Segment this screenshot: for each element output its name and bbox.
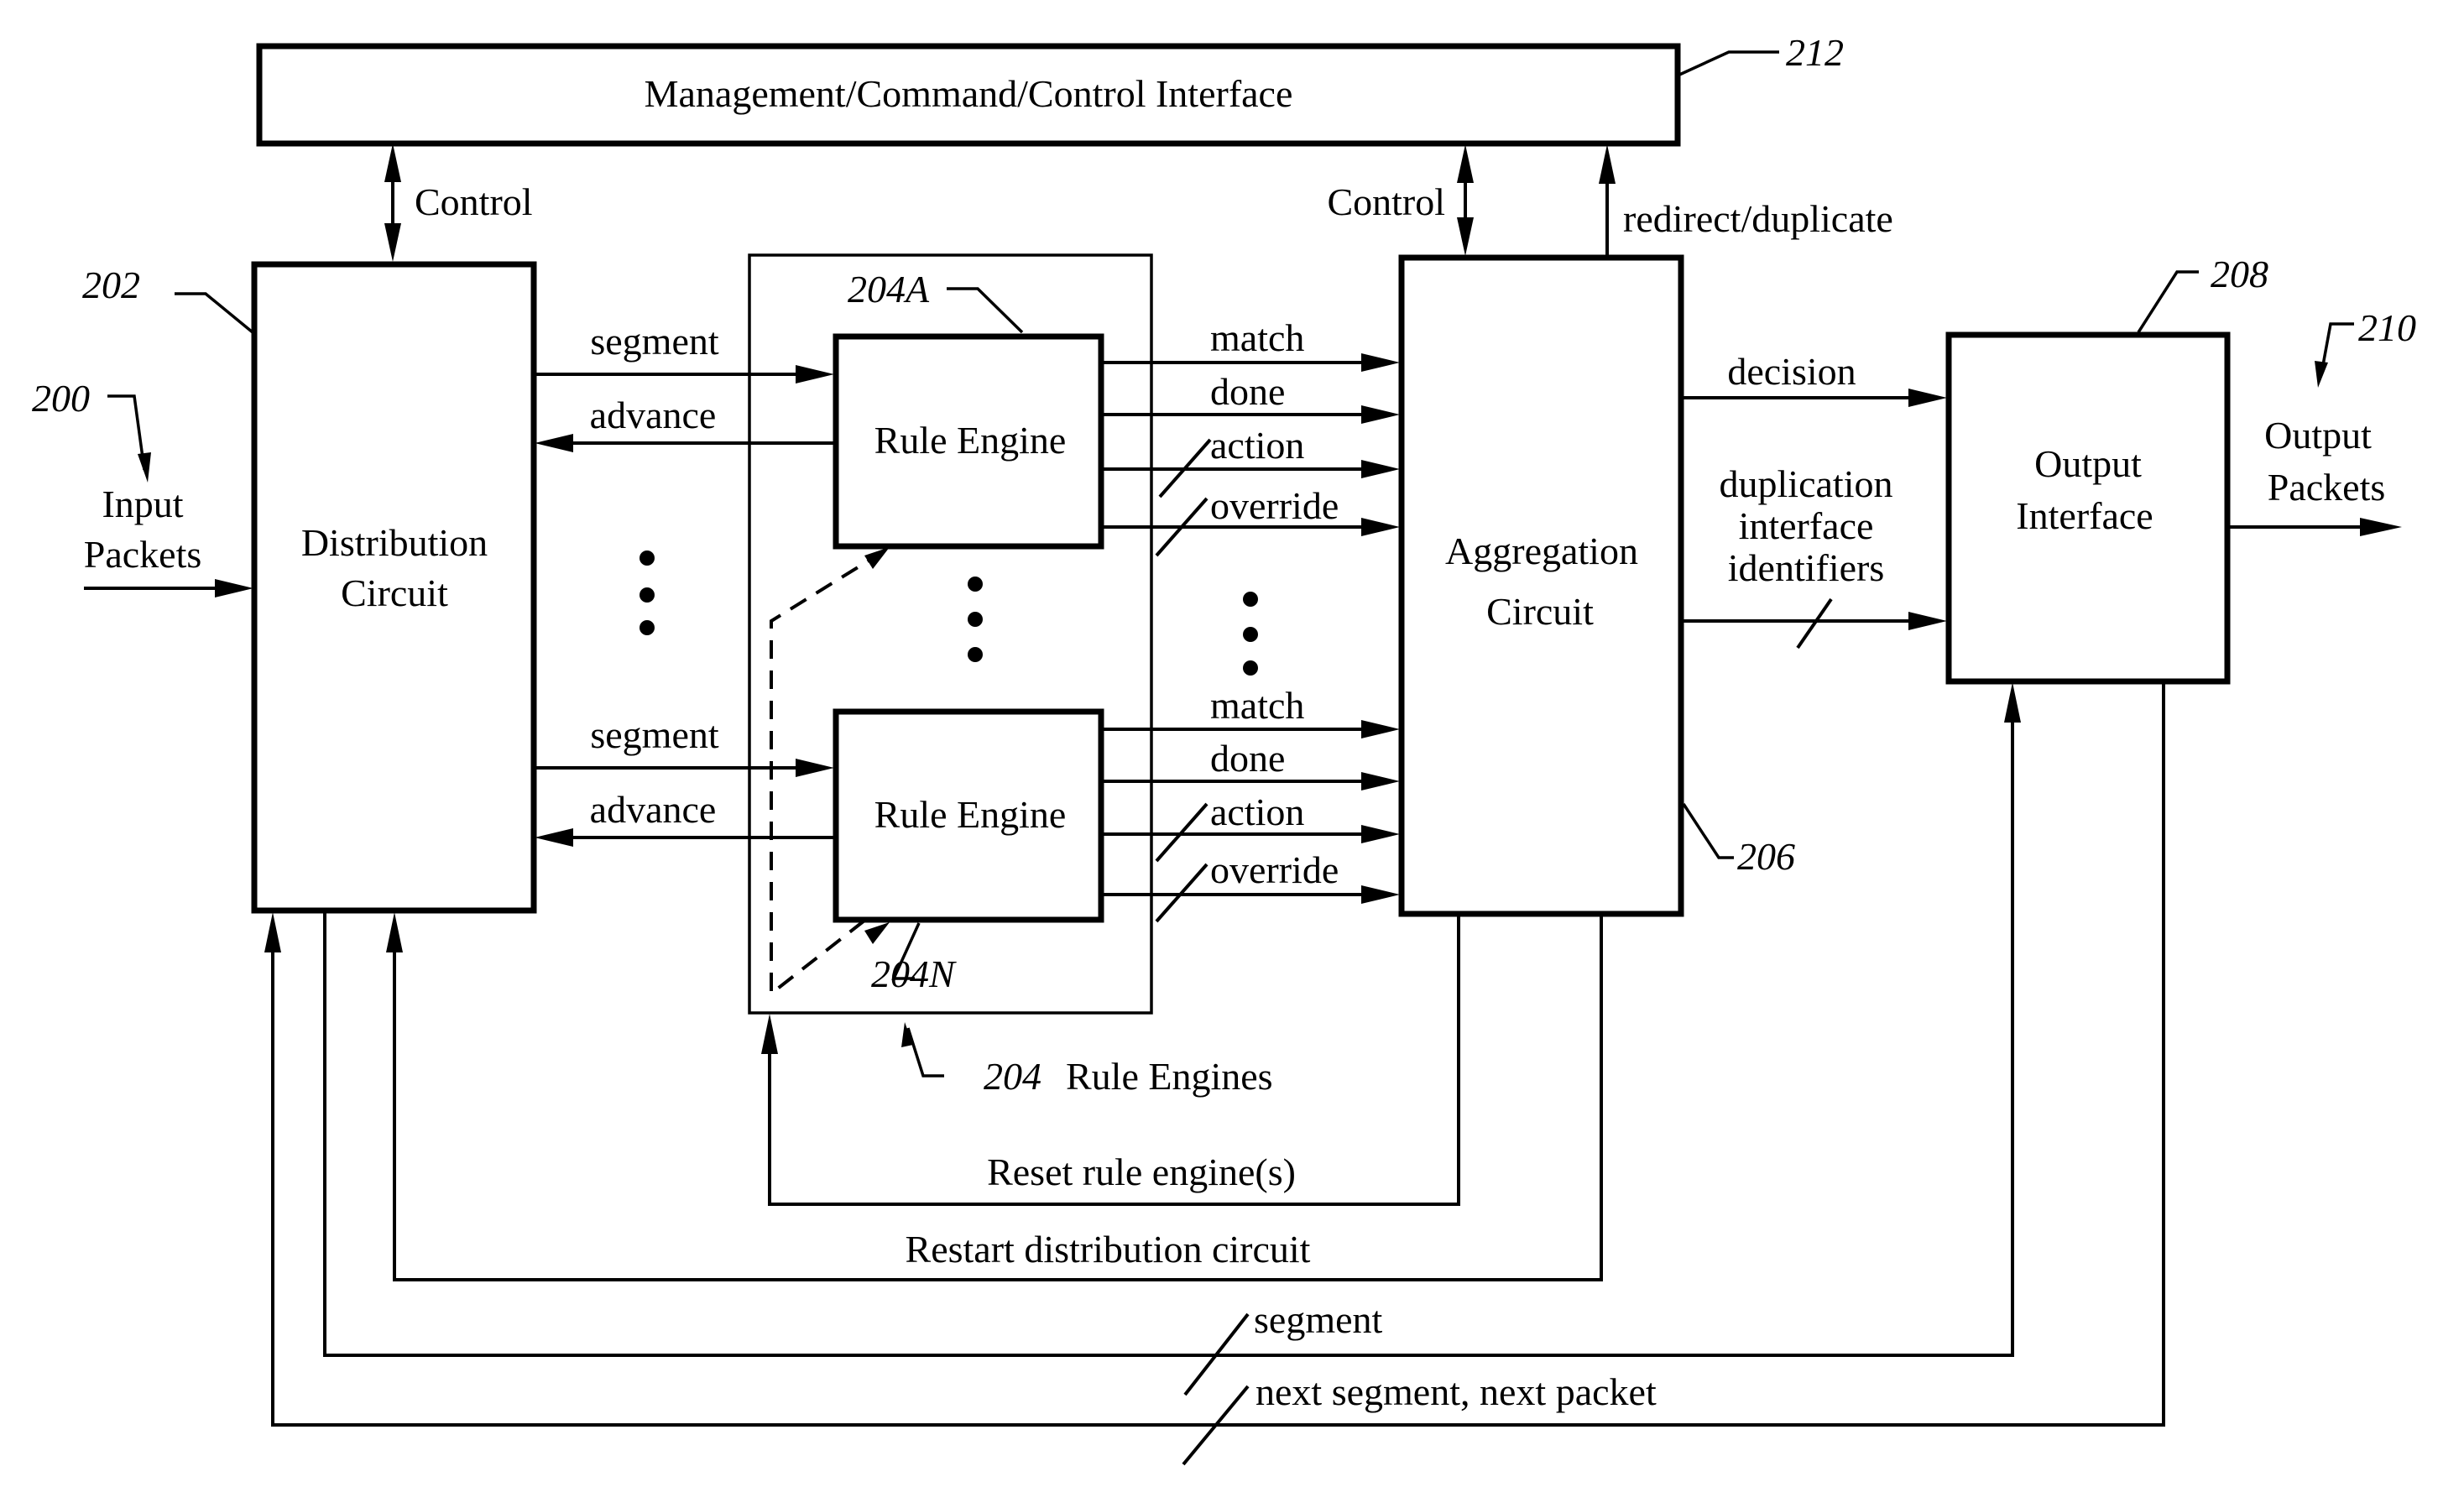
input-packets-label-2: Packets: [84, 533, 202, 576]
restart-distribution-label: Restart distribution circuit: [906, 1228, 1311, 1271]
match-n-label: match: [1210, 684, 1304, 727]
rule-engine-n-block: Rule Engine: [833, 708, 1104, 923]
distribution-circuit-block: Distribution Circuit: [251, 261, 537, 914]
distribution-circuit-label-2: Circuit: [341, 571, 448, 614]
segment-bottom-label: segment: [1254, 1298, 1383, 1341]
output-interface-label-1: Output: [2034, 442, 2142, 485]
ellipsis-rule-engines: [968, 577, 983, 662]
done-a-connector: done: [1102, 370, 1400, 424]
ref-200-label: 200: [32, 377, 90, 420]
ref-206: 206: [1682, 803, 1795, 878]
block-diagram: Management/Command/Control Interface 212…: [32, 31, 2416, 1466]
rule-engine-n-label: Rule Engine: [874, 793, 1067, 836]
redirect-duplicate-label: redirect/duplicate: [1623, 197, 1893, 240]
segment-n-label: segment: [590, 713, 719, 756]
override-n-label: override: [1210, 848, 1339, 891]
output-packets-label-2: Packets: [2268, 466, 2386, 509]
match-n-connector: match: [1102, 684, 1400, 738]
done-a-label: done: [1210, 370, 1285, 413]
aggregation-circuit-block: Aggregation Circuit: [1398, 254, 1684, 917]
action-n-label: action: [1210, 791, 1304, 833]
advance-n-label: advance: [590, 788, 717, 831]
decision-label: decision: [1727, 350, 1856, 393]
ref-204n-label: 204N: [871, 952, 957, 995]
aggregation-circuit-label-1: Aggregation: [1445, 530, 1638, 572]
reset-rule-engines-label: Reset rule engine(s): [987, 1151, 1296, 1193]
control-left-label: Control: [415, 180, 533, 223]
control-right-label: Control: [1327, 180, 1445, 223]
done-n-label: done: [1210, 737, 1285, 780]
distribution-circuit-label-1: Distribution: [301, 521, 488, 564]
ref-204n: 204N: [871, 922, 957, 995]
rule-engine-a-block: Rule Engine: [833, 333, 1104, 550]
advance-a-label: advance: [590, 394, 717, 436]
decision-connector: decision: [1682, 350, 1947, 407]
output-packets: 210 Output Packets: [2228, 306, 2416, 536]
ellipsis-aggregation: [1243, 592, 1258, 676]
override-n-connector: override: [1102, 848, 1400, 923]
done-n-connector: done: [1102, 737, 1400, 791]
control-left-connector: Control: [384, 143, 533, 262]
ref-208-label: 208: [2211, 253, 2268, 295]
segment-n-connector: segment: [535, 713, 834, 777]
management-interface-label: Management/Command/Control Interface: [645, 72, 1293, 115]
input-packets: 200 Input Packets: [32, 377, 253, 597]
management-interface-block: Management/Command/Control Interface: [256, 43, 1681, 147]
output-packets-label-1: Output: [2264, 414, 2372, 457]
ref-210-label: 210: [2358, 306, 2416, 349]
duplication-label-2: interface: [1739, 504, 1874, 547]
segment-a-connector: segment: [535, 320, 834, 384]
ref-204a: 204A: [848, 268, 1024, 334]
match-a-label: match: [1210, 316, 1304, 359]
control-right-connector: Control: [1327, 144, 1474, 256]
match-a-connector: match: [1102, 316, 1400, 372]
ref-206-label: 206: [1737, 835, 1795, 878]
rule-engine-a-label: Rule Engine: [874, 419, 1067, 462]
output-interface-label-2: Interface: [2016, 494, 2153, 537]
advance-a-connector: advance: [535, 394, 834, 452]
ref-208: 208: [2137, 253, 2268, 333]
duplication-identifiers-connector: duplication interface identifiers: [1682, 462, 1947, 650]
ref-202-label: 202: [82, 264, 140, 306]
override-a-connector: override: [1102, 484, 1400, 557]
segment-a-label: segment: [590, 320, 719, 363]
input-packets-label-1: Input: [102, 483, 183, 525]
ref-212: 212: [1677, 31, 1844, 77]
override-a-label: override: [1210, 484, 1339, 527]
output-interface-block: Output Interface: [1945, 331, 2231, 685]
ref-204-number: 204: [984, 1055, 1041, 1098]
duplication-label-3: identifiers: [1728, 546, 1885, 589]
ellipsis-distribution: [639, 550, 655, 635]
ref-204-label: Rule Engines: [1066, 1055, 1273, 1098]
advance-n-connector: advance: [535, 788, 834, 847]
aggregation-circuit-label-2: Circuit: [1486, 590, 1594, 633]
ref-204a-label: 204A: [848, 268, 930, 310]
next-segment-label: next segment, next packet: [1255, 1370, 1657, 1413]
ref-204: 204 Rule Engines: [901, 1022, 1273, 1098]
redirect-duplicate-connector: redirect/duplicate: [1599, 144, 1893, 256]
ref-212-label: 212: [1786, 31, 1844, 74]
ref-202: 202: [82, 264, 254, 334]
action-a-label: action: [1210, 424, 1304, 467]
segment-bottom-loop: segment: [323, 682, 2021, 1396]
duplication-label-1: duplication: [1720, 462, 1893, 505]
